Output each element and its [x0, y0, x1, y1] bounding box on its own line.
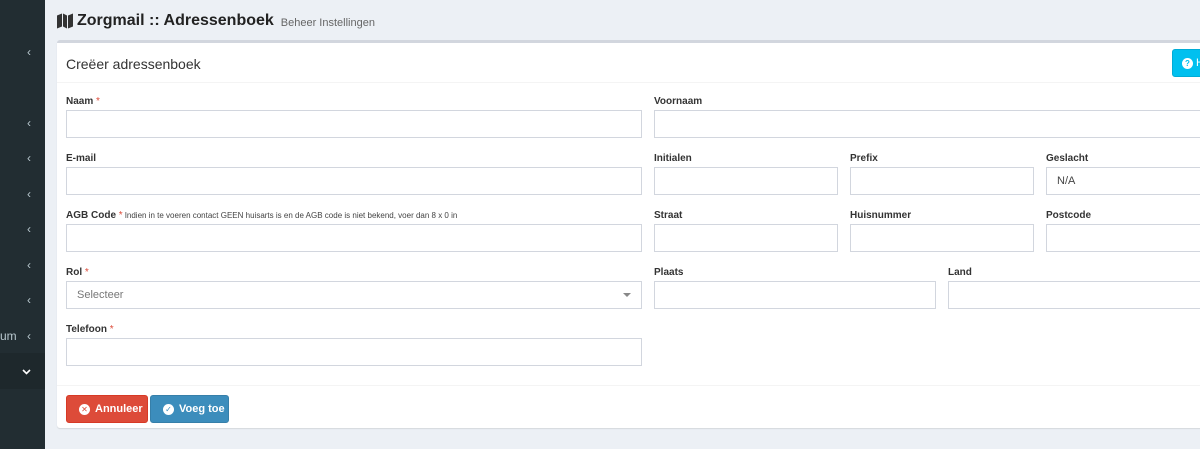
straat-input[interactable]: [654, 224, 838, 252]
chevron-left-icon: ‹: [27, 45, 31, 59]
cancel-button-label: Annuleer: [95, 403, 143, 415]
chevron-left-icon: ‹: [27, 329, 31, 343]
geslacht-select[interactable]: N/A: [1046, 167, 1200, 195]
help-button[interactable]: ? H: [1172, 49, 1200, 77]
sidebar-item-1[interactable]: ‹: [0, 34, 45, 70]
postcode-label: Postcode: [1046, 210, 1092, 221]
initialen-input[interactable]: [654, 167, 838, 195]
chevron-left-icon: ‹: [27, 151, 31, 165]
check-circle-icon: ✓: [163, 403, 174, 415]
voornaam-input[interactable]: [654, 110, 1200, 138]
add-button-label: Voeg toe: [179, 403, 225, 415]
land-label: Land: [948, 267, 972, 278]
cancel-button[interactable]: ✕ Annuleer: [66, 395, 148, 423]
box-footer: ✕ Annuleer ✓ Voeg toe: [57, 385, 1200, 431]
sidebar-item-8[interactable]: um ‹: [0, 318, 45, 354]
huisnummer-label: Huisnummer: [850, 210, 912, 221]
help-button-label: H: [1196, 57, 1200, 69]
voornaam-label: Voornaam: [654, 96, 703, 107]
page-title: Zorgmail :: Adressenboek: [77, 12, 274, 29]
chevron-left-icon: ‹: [27, 293, 31, 307]
postcode-input[interactable]: [1046, 224, 1200, 252]
telefoon-label: Telefoon *: [66, 324, 114, 335]
sidebar-item-3[interactable]: ‹: [0, 140, 45, 176]
box-header: Creëer adressenboek ? H: [57, 43, 1200, 83]
chevron-left-icon: ‹: [27, 116, 31, 130]
map-icon: [57, 13, 73, 29]
naam-input[interactable]: [66, 110, 642, 138]
geslacht-label: Geslacht: [1046, 153, 1089, 164]
straat-label: Straat: [654, 210, 683, 221]
caret-down-icon: [623, 293, 631, 297]
box-title: Creëer adressenboek: [66, 56, 201, 72]
times-circle-icon: ✕: [79, 403, 90, 415]
plaats-label: Plaats: [654, 267, 684, 278]
sidebar-item-2[interactable]: ‹: [0, 105, 45, 141]
sidebar-item-4[interactable]: ‹: [0, 176, 45, 212]
prefix-input[interactable]: [850, 167, 1034, 195]
sidebar-item-6[interactable]: ‹: [0, 247, 45, 283]
agb-label: AGB Code * Indien in te voeren contact GE…: [66, 210, 458, 221]
sidebar-item-5[interactable]: ‹: [0, 211, 45, 247]
prefix-label: Prefix: [850, 153, 878, 164]
land-input[interactable]: [948, 281, 1200, 309]
initialen-label: Initialen: [654, 153, 692, 164]
agb-hint: Indien in te voeren contact GEEN huisart…: [124, 211, 458, 220]
telefoon-input[interactable]: [66, 338, 642, 366]
add-button[interactable]: ✓ Voeg toe: [150, 395, 229, 423]
email-label: E-mail: [66, 153, 97, 164]
sidebar-item-open[interactable]: [0, 353, 45, 389]
chevron-down-icon: [22, 364, 31, 378]
naam-label: Naam *: [66, 96, 100, 107]
agb-input[interactable]: [66, 224, 642, 252]
sidebar: ‹ ‹ ‹ ‹ ‹ ‹ ‹ um ‹: [0, 0, 45, 449]
rol-select-value: Selecteer: [77, 289, 124, 301]
chevron-left-icon: ‹: [27, 222, 31, 236]
rol-select[interactable]: Selecteer: [66, 281, 642, 309]
plaats-input[interactable]: [654, 281, 936, 309]
page-subtitle: Beheer Instellingen: [280, 16, 375, 29]
huisnummer-input[interactable]: [850, 224, 1034, 252]
sidebar-item-label: um: [0, 329, 17, 343]
chevron-left-icon: ‹: [27, 258, 31, 272]
content-header: Zorgmail :: Adressenboek Beheer Instelli…: [57, 9, 375, 33]
email-input[interactable]: [66, 167, 642, 195]
sidebar-item-7[interactable]: ‹: [0, 282, 45, 318]
create-form-box: Creëer adressenboek ? H Naam * Voornaam …: [57, 40, 1200, 428]
rol-label: Rol *: [66, 267, 89, 278]
question-icon: ?: [1182, 57, 1193, 69]
chevron-left-icon: ‹: [27, 187, 31, 201]
